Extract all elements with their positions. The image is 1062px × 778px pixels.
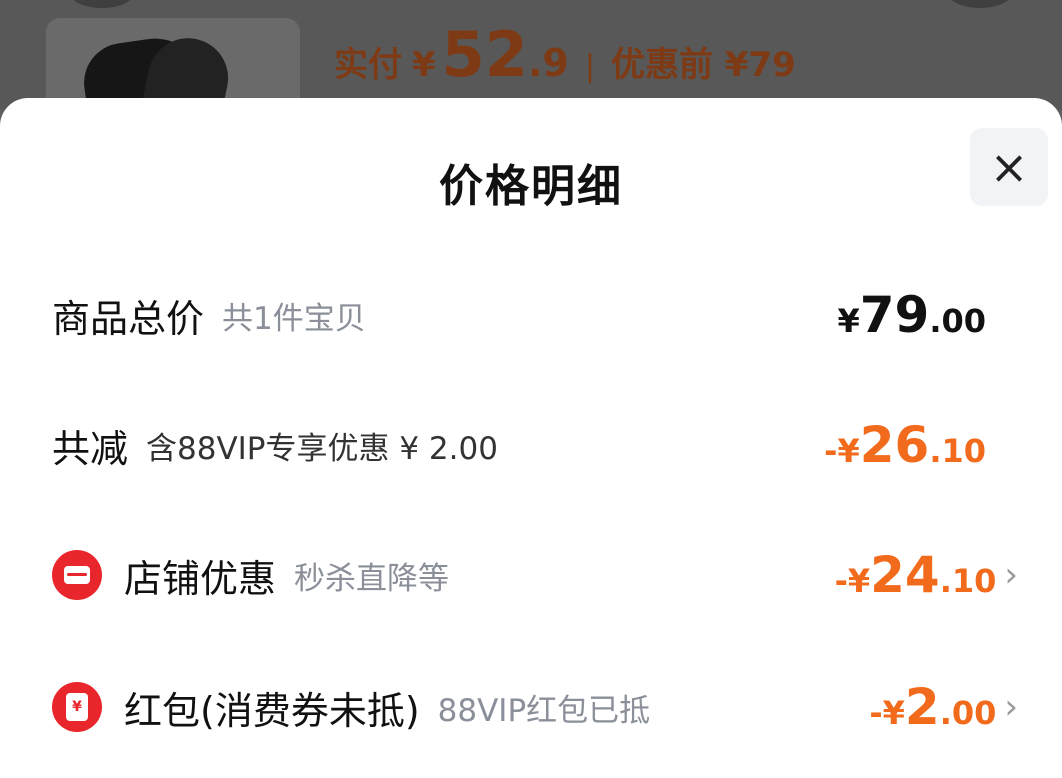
amount-currency: -¥ [834,562,871,600]
row-total-reduction: 共减 含88VIP专享优惠 ¥ 2.00 -¥ 26 .10 [52,416,986,474]
row-subtitle: 88VIP红包已抵 [437,692,651,729]
row-total-price: 商品总价 共1件宝贝 ¥ 79 .00 [52,286,986,344]
row-subtitle: 共1件宝贝 [222,300,366,337]
row-subtitle: 秒杀直降等 [294,560,450,597]
amount-currency: ¥ [837,302,860,340]
row-title: 红包(消费券未抵) [124,688,420,733]
amount-dec: .00 [939,694,997,732]
close-icon: × [989,140,1029,194]
original-price: 优惠前 ¥79 [610,45,796,85]
red-packet-amount: -¥ 2 .00 [869,678,996,736]
row-shop-discount[interactable]: 店铺优惠 秒杀直降等 -¥ 24 .10 › [52,546,1018,604]
amount-int: 26 [859,416,930,474]
row-title: 店铺优惠 [124,556,277,601]
amount-dec: .10 [929,432,986,470]
paid-label: 实付 [334,45,402,85]
amount-int: 24 [870,546,940,604]
amount-currency: -¥ [824,432,860,470]
background-dot [70,0,134,8]
amount-dec: .00 [929,302,986,340]
close-button[interactable]: × [970,128,1048,206]
shop-icon [52,550,102,600]
paid-amount-dec: .9 [527,41,569,85]
paid-price-summary: 实付 ¥ 52 .9 | 优惠前 ¥79 [334,18,796,98]
background-order-header: 实付 ¥ 52 .9 | 优惠前 ¥79 [0,0,1062,118]
chevron-right-icon: › [1004,687,1018,727]
price-detail-sheet: 价格明细 × 商品总价 共1件宝贝 ¥ 79 .00 共减 含88VIP专享优惠… [0,98,1062,778]
shop-discount-amount: -¥ 24 .10 [835,546,997,604]
row-title: 共减 [52,426,129,471]
red-packet-glyph: ¥ [66,693,88,721]
paid-amount-int: 52 [441,18,528,91]
row-title: 商品总价 [52,296,205,341]
chevron-right-icon: › [1004,555,1018,595]
price-separator: | [584,49,595,84]
amount-int: 2 [904,678,940,736]
sheet-title: 价格明细 [439,161,623,212]
amount-int: 79 [859,286,930,344]
background-dot [948,0,1012,8]
red-packet-icon: ¥ [52,682,102,732]
row-red-packet[interactable]: ¥ 红包(消费券未抵) 88VIP红包已抵 -¥ 2 .00 › [52,678,1018,736]
amount-dec: .10 [939,562,997,600]
row-subtitle: 含88VIP专享优惠 ¥ 2.00 [146,430,498,467]
paid-currency: ¥ [412,45,436,85]
total-amount: ¥ 79 .00 [837,286,986,344]
amount-currency: -¥ [869,694,905,732]
reduction-amount: -¥ 26 .10 [824,416,986,474]
